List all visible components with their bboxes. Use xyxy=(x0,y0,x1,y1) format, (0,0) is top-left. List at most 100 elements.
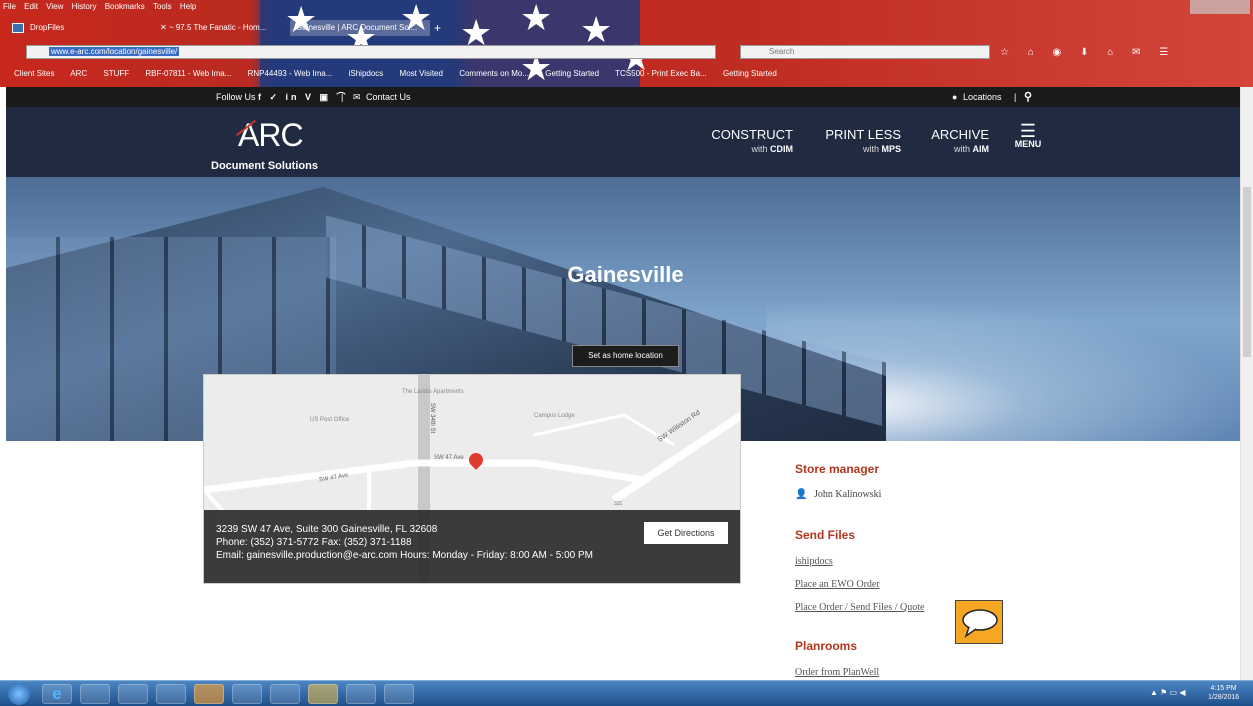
hamburger-icon: ☰ xyxy=(1019,121,1037,141)
start-button[interactable] xyxy=(8,683,30,705)
send-files-heading: Send Files xyxy=(795,528,856,542)
planrooms-heading: Planrooms xyxy=(795,639,858,653)
close-icon[interactable]: ✕ xyxy=(160,23,169,32)
map-road-side xyxy=(533,413,675,447)
tab-label: ~ 97.5 The Fanatic - Hom... xyxy=(168,23,267,32)
hero-title: Gainesville xyxy=(567,262,684,287)
app-icon[interactable] xyxy=(346,684,376,704)
page-scrollbar[interactable] xyxy=(1240,87,1253,680)
chrome-icon[interactable] xyxy=(308,684,338,704)
ewo-order-link[interactable]: Place an EWO Order xyxy=(795,579,880,590)
contact-us-link[interactable]: Contact Us xyxy=(366,87,411,107)
new-tab-button[interactable]: + xyxy=(432,20,448,36)
menu-help[interactable]: Help xyxy=(180,0,196,14)
nav-sub-prefix: with xyxy=(953,144,970,154)
bookmark-item[interactable]: Most Visited xyxy=(400,69,443,78)
menu-button[interactable]: ☰ MENU xyxy=(1011,121,1045,149)
nav-title: PRINT LESS xyxy=(825,127,901,142)
toolbar-icons[interactable]: ☆ ⌂ ◉ ⬇ ⌂ ✉ ☰ xyxy=(1000,47,1250,59)
nav-sub: with CDIM xyxy=(711,142,793,156)
app-icon[interactable] xyxy=(270,684,300,704)
nav-print-less[interactable]: PRINT LESS with MPS xyxy=(821,128,901,156)
chat-button[interactable] xyxy=(955,600,1003,644)
store-manager-name: John Kalinowski xyxy=(813,489,882,500)
map-label: Campus Lodge xyxy=(534,413,575,419)
mail-icon: ✉ xyxy=(353,92,361,102)
logo-arc[interactable]: ARC xyxy=(238,117,304,154)
menu-history[interactable]: History xyxy=(72,0,97,14)
windows-taskbar: e ▲ ⚑ ▭ ◀ 4:15 PM 1/28/2016 xyxy=(0,680,1253,706)
social-icons[interactable]: f ✓ in V ▣ ⌒ xyxy=(258,87,349,107)
site-topbar: Follow Us f ✓ in V ▣ ⌒ | ✉ Contact Us ● … xyxy=(6,87,1240,107)
get-directions-button[interactable]: Get Directions xyxy=(644,522,728,544)
tab-dropfiles[interactable]: DropFiles xyxy=(6,20,156,36)
bookmark-item[interactable]: ARC xyxy=(70,69,87,78)
search-icon[interactable]: ⚲ xyxy=(1024,87,1032,107)
outlook-icon[interactable] xyxy=(80,684,110,704)
map-label: US Post Office xyxy=(310,417,350,423)
ie-icon[interactable]: e xyxy=(42,684,72,704)
bookmark-item[interactable]: RNP44493 - Web Ima... xyxy=(248,69,333,78)
app-icon[interactable] xyxy=(156,684,186,704)
nav-sub: with AIM xyxy=(926,142,989,156)
nav-sub: with MPS xyxy=(821,142,901,156)
app-icon[interactable] xyxy=(232,684,262,704)
logo-subtitle: Document Solutions xyxy=(211,160,318,172)
nav-sub-prefix: with xyxy=(751,144,768,154)
chat-bubble-icon xyxy=(962,609,998,638)
menu-bookmarks[interactable]: Bookmarks xyxy=(105,0,145,14)
search-placeholder: Search xyxy=(769,47,795,56)
clock-time: 4:15 PM xyxy=(1210,685,1237,692)
word-icon[interactable] xyxy=(384,684,414,704)
map-label: 331 xyxy=(614,501,623,507)
bookmark-item[interactable]: Getting Started xyxy=(723,69,777,78)
map-label: SW 47 Ave xyxy=(434,455,464,461)
menu-edit[interactable]: Edit xyxy=(24,0,38,14)
store-manager-heading: Store manager xyxy=(795,462,880,476)
nav-construct[interactable]: CONSTRUCT with CDIM xyxy=(711,128,793,156)
clock-date: 1/28/2016 xyxy=(1208,694,1240,701)
planwell-link[interactable]: Order from PlanWell xyxy=(795,667,879,678)
site-header: ARC Document Solutions CONSTRUCT with CD… xyxy=(6,107,1240,177)
clock[interactable]: 4:15 PM 1/28/2016 xyxy=(1208,684,1239,702)
bookmark-item[interactable]: Comments on Mo... xyxy=(459,69,529,78)
menu-view[interactable]: View xyxy=(46,0,63,14)
nav-archive[interactable]: ARCHIVE with AIM xyxy=(926,128,989,156)
menu-bar: File Edit View History Bookmarks Tools H… xyxy=(0,0,600,14)
explorer-icon[interactable] xyxy=(118,684,148,704)
bookmark-item[interactable]: RBF-07811 - Web Ima... xyxy=(145,69,231,78)
bookmark-item[interactable]: STUFF xyxy=(103,69,129,78)
firefox-icon[interactable] xyxy=(194,684,224,704)
set-home-location-button[interactable]: Set as home location xyxy=(572,345,679,367)
store-manager-row: 👤 John Kalinowski xyxy=(795,489,881,500)
menu-label: MENU xyxy=(1014,139,1042,149)
follow-us-label: Follow Us xyxy=(216,92,256,102)
user-icon: 👤 xyxy=(795,489,808,500)
tab-strip: DropFiles ✕ ~ 97.5 The Fanatic - Hom... … xyxy=(0,16,1253,38)
nav-title: ARCHIVE xyxy=(931,127,989,142)
bookmark-item[interactable]: Client Sites xyxy=(14,69,54,78)
locations-link[interactable]: Locations xyxy=(963,87,1002,107)
location-map[interactable]: The Landis Apartments Campus Lodge US Po… xyxy=(203,374,741,584)
nav-sub-prefix: with xyxy=(862,144,879,154)
store-email-hours: Email: gainesville.production@e-arc.com … xyxy=(216,550,593,561)
bookmarks-bar: Client Sites ARC STUFF RBF-07811 - Web I… xyxy=(0,66,900,82)
ishipdocs-link[interactable]: ishipdocs xyxy=(795,556,833,567)
tray-icons[interactable]: ▲ ⚑ ▭ ◀ xyxy=(1150,688,1185,697)
place-order-link[interactable]: Place Order / Send Files / Quote xyxy=(795,602,924,613)
url-text[interactable]: www.e-arc.com/location/gainesville/ xyxy=(49,47,180,56)
bookmark-item[interactable]: TCS500 - Print Exec Ba... xyxy=(615,69,707,78)
tab-fanatic[interactable]: ✕ ~ 97.5 The Fanatic - Hom... xyxy=(140,20,280,36)
nav-sub-bold: CDIM xyxy=(770,144,793,154)
tab-gainesville-active[interactable]: Gainesville | ARC Document Sol... xyxy=(290,20,430,36)
menu-file[interactable]: File xyxy=(3,0,16,14)
bookmark-item[interactable]: iShipdocs xyxy=(349,69,384,78)
menu-tools[interactable]: Tools xyxy=(153,0,172,14)
window-controls[interactable] xyxy=(1190,0,1250,14)
bookmark-item[interactable]: Getting Started xyxy=(545,69,599,78)
nav-sub-bold: AIM xyxy=(972,144,990,154)
url-bar[interactable]: www.e-arc.com/location/gainesville/ xyxy=(26,45,716,59)
scrollbar-thumb[interactable] xyxy=(1243,187,1251,357)
map-label: The Landis Apartments xyxy=(402,389,464,395)
search-input[interactable]: Search xyxy=(740,45,990,59)
